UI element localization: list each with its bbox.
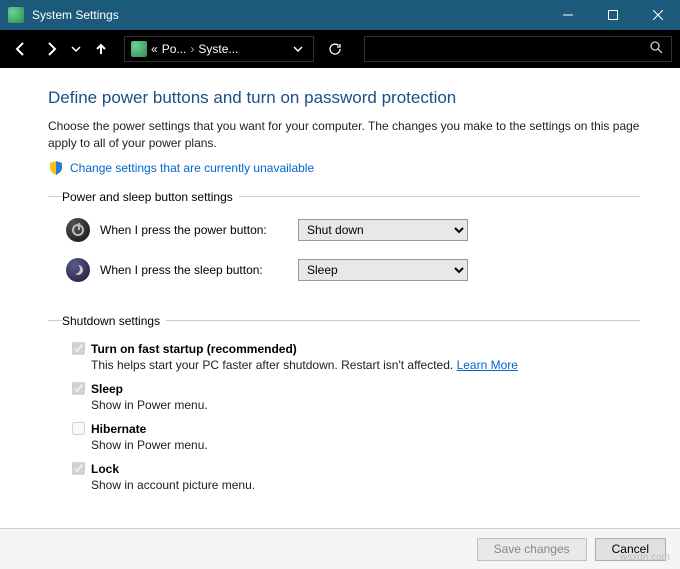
lock-label: Lock	[91, 462, 119, 476]
hibernate-item: Hibernate Show in Power menu.	[62, 422, 640, 452]
hibernate-desc: Show in Power menu.	[91, 438, 640, 452]
refresh-icon	[328, 42, 342, 56]
footer: Save changes Cancel	[0, 528, 680, 569]
breadcrumb-icon	[131, 41, 147, 57]
close-button[interactable]	[635, 0, 680, 30]
window-icon	[8, 7, 24, 23]
page-description: Choose the power settings that you want …	[48, 118, 640, 152]
power-button-label: When I press the power button:	[100, 223, 288, 237]
forward-arrow-icon	[43, 41, 59, 57]
save-button[interactable]: Save changes	[477, 538, 587, 561]
fast-startup-desc: This helps start your PC faster after sh…	[91, 358, 640, 372]
lock-checkbox[interactable]	[72, 462, 85, 475]
lock-desc: Show in account picture menu.	[91, 478, 640, 492]
back-arrow-icon	[13, 41, 29, 57]
fast-startup-label: Turn on fast startup (recommended)	[91, 342, 297, 356]
refresh-button[interactable]	[322, 36, 348, 62]
window-controls	[545, 0, 680, 30]
navbar: « Po... › Syste...	[0, 30, 680, 68]
breadcrumb-prefix: «	[151, 42, 158, 56]
breadcrumb[interactable]: « Po... › Syste...	[124, 36, 314, 62]
shutdown-legend: Shutdown settings	[62, 314, 166, 328]
power-sleep-group: Power and sleep button settings When I p…	[48, 190, 640, 306]
sleep-item: Sleep Show in Power menu.	[62, 382, 640, 412]
power-sleep-legend: Power and sleep button settings	[62, 190, 239, 204]
sleep-button-label: When I press the sleep button:	[100, 263, 288, 277]
minimize-icon	[563, 10, 573, 20]
titlebar: System Settings	[0, 0, 680, 30]
breadcrumb-dropdown[interactable]	[289, 40, 307, 58]
change-settings-link[interactable]: Change settings that are currently unava…	[70, 161, 314, 175]
power-button-select[interactable]: Shut down	[298, 219, 468, 241]
sleep-icon	[66, 258, 90, 282]
history-dropdown[interactable]	[68, 36, 84, 62]
page-title: Define power buttons and turn on passwor…	[48, 88, 640, 108]
hibernate-label: Hibernate	[91, 422, 146, 436]
search-input[interactable]	[364, 36, 672, 62]
fast-startup-checkbox[interactable]	[72, 342, 85, 355]
shutdown-group: Shutdown settings Turn on fast startup (…	[48, 314, 640, 510]
sleep-button-select[interactable]: Sleep	[298, 259, 468, 281]
sleep-checkbox[interactable]	[72, 382, 85, 395]
up-arrow-icon	[93, 41, 109, 57]
maximize-button[interactable]	[590, 0, 635, 30]
power-button-row: When I press the power button: Shut down	[62, 218, 640, 242]
maximize-icon	[608, 10, 618, 20]
lock-item: Lock Show in account picture menu.	[62, 462, 640, 492]
cancel-button[interactable]: Cancel	[595, 538, 666, 561]
power-icon	[66, 218, 90, 242]
chevron-down-icon	[293, 44, 303, 54]
content-area: Define power buttons and turn on passwor…	[0, 68, 680, 528]
search-icon	[650, 41, 663, 57]
sleep-label: Sleep	[91, 382, 123, 396]
breadcrumb-seg2[interactable]: Syste...	[198, 42, 238, 56]
breadcrumb-seg1[interactable]: Po...	[162, 42, 187, 56]
breadcrumb-sep-icon: ›	[190, 42, 194, 56]
forward-button[interactable]	[38, 36, 64, 62]
up-button[interactable]	[88, 36, 114, 62]
minimize-button[interactable]	[545, 0, 590, 30]
learn-more-link[interactable]: Learn More	[457, 358, 518, 372]
back-button[interactable]	[8, 36, 34, 62]
change-settings-link-row: Change settings that are currently unava…	[48, 160, 640, 176]
sleep-desc: Show in Power menu.	[91, 398, 640, 412]
shield-icon	[48, 160, 64, 176]
sleep-button-row: When I press the sleep button: Sleep	[62, 258, 640, 282]
chevron-down-icon	[71, 44, 81, 54]
close-icon	[653, 10, 663, 20]
hibernate-checkbox[interactable]	[72, 422, 85, 435]
window-title: System Settings	[32, 8, 545, 22]
fast-startup-item: Turn on fast startup (recommended) This …	[62, 342, 640, 372]
